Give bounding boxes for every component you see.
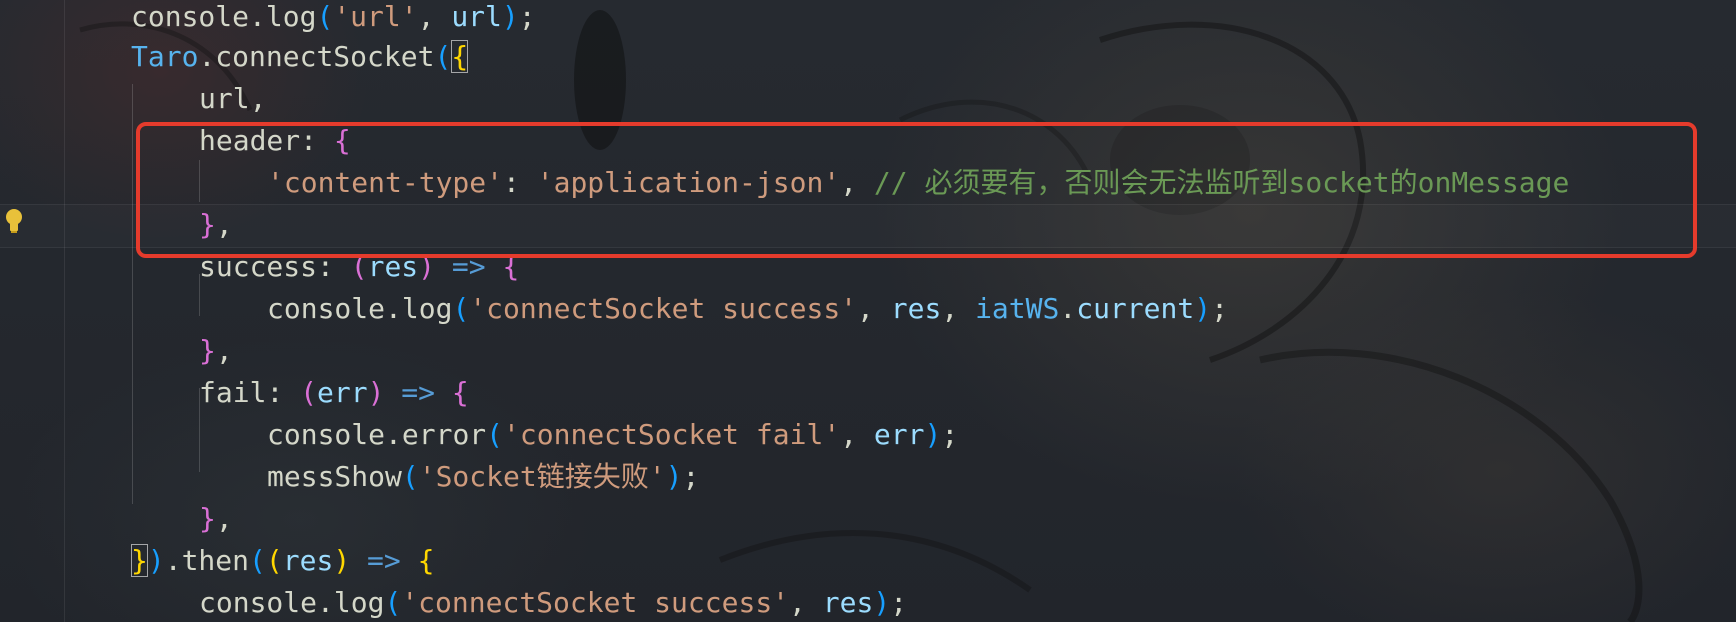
code-token: (	[265, 544, 283, 577]
code-token: messShow	[267, 460, 402, 493]
code-line[interactable]: Taro.connectSocket({	[131, 36, 469, 78]
code-token: current	[1076, 292, 1195, 325]
code-token: .	[164, 544, 182, 577]
code-token: }	[131, 544, 148, 577]
code-token: )	[333, 544, 351, 577]
code-token: ;	[682, 460, 700, 493]
code-token: .	[249, 0, 266, 33]
code-token: )	[1194, 292, 1212, 325]
code-token: console	[267, 292, 386, 325]
code-token: (	[486, 418, 504, 451]
code-token: log	[401, 292, 453, 325]
code-token: 'connectSocket fail'	[503, 418, 841, 451]
code-token: fail	[199, 376, 267, 409]
code-token: ,	[941, 292, 976, 325]
code-line[interactable]: console.log('url', url);	[131, 0, 536, 38]
code-token: log	[265, 0, 317, 33]
code-line[interactable]: console.log('connectSocket success', res…	[267, 288, 1228, 330]
code-token: }	[199, 502, 216, 535]
code-token: err	[873, 418, 925, 451]
code-token: ,	[417, 0, 452, 33]
code-token: err	[317, 376, 368, 409]
code-token: (	[300, 376, 318, 409]
code-token: ,	[789, 586, 823, 619]
code-token: (	[316, 0, 334, 33]
code-line[interactable]: console.log('connectSocket success', res…	[199, 582, 907, 622]
code-token: }	[199, 334, 216, 367]
annotation-highlight-box	[136, 122, 1697, 258]
code-token: error	[401, 418, 487, 451]
code-token: {	[417, 544, 435, 577]
code-token: ,	[249, 82, 267, 115]
code-token: .	[385, 292, 402, 325]
code-line[interactable]: },	[199, 498, 233, 540]
code-line[interactable]: url,	[199, 78, 266, 120]
code-token: (	[384, 586, 402, 619]
code-token: then	[181, 544, 250, 577]
code-token: )	[147, 544, 165, 577]
code-token: )	[924, 418, 942, 451]
code-token: ;	[941, 418, 959, 451]
code-token: iatWS	[975, 292, 1060, 325]
code-token: )	[501, 0, 519, 33]
code-token: console	[267, 418, 386, 451]
code-token: =>	[384, 376, 452, 409]
code-token: (	[434, 40, 452, 73]
code-token: 'url'	[333, 0, 418, 33]
code-token: {	[451, 376, 469, 409]
code-token: )	[665, 460, 683, 493]
code-token: Taro	[131, 40, 199, 73]
code-token: )	[367, 376, 385, 409]
code-token: ;	[518, 0, 536, 33]
code-token: connectSocket	[215, 40, 435, 73]
code-token: ;	[890, 586, 908, 619]
code-token: 'connectSocket success'	[469, 292, 858, 325]
code-token: url	[199, 82, 250, 115]
code-token: res	[890, 292, 942, 325]
code-token: (	[249, 544, 266, 577]
code-token: {	[451, 40, 469, 73]
code-token: console	[199, 586, 318, 619]
code-line[interactable]: console.error('connectSocket fail', err)…	[267, 414, 958, 456]
code-token: res	[822, 586, 874, 619]
code-token: ,	[215, 502, 233, 535]
code-token: .	[317, 586, 334, 619]
code-token: ;	[1211, 292, 1228, 325]
code-token: log	[333, 586, 385, 619]
code-token: .	[198, 40, 216, 73]
code-token: res	[282, 544, 334, 577]
code-token: (	[401, 460, 419, 493]
code-token: (	[452, 292, 470, 325]
code-token: ,	[840, 418, 874, 451]
code-token: ,	[215, 334, 233, 367]
code-line[interactable]: fail: (err) => {	[199, 372, 469, 414]
code-token: .	[385, 418, 402, 451]
code-line[interactable]: }).then((res) => {	[131, 540, 434, 582]
code-token: :	[266, 376, 301, 409]
code-line[interactable]: messShow('Socket链接失败');	[267, 456, 699, 498]
code-token: .	[1059, 292, 1077, 325]
code-token: =>	[350, 544, 418, 577]
code-token: )	[873, 586, 891, 619]
code-token: 'Socket链接失败'	[418, 460, 666, 493]
code-line[interactable]: },	[199, 330, 233, 372]
code-lines[interactable]: console.log('url', url); Taro.connectSoc…	[0, 0, 1736, 622]
code-token: console	[131, 0, 250, 33]
code-token: url	[451, 0, 502, 33]
code-token: ,	[857, 292, 891, 325]
code-token: 'connectSocket success'	[401, 586, 790, 619]
code-editor[interactable]: console.log('url', url); Taro.connectSoc…	[0, 0, 1736, 622]
